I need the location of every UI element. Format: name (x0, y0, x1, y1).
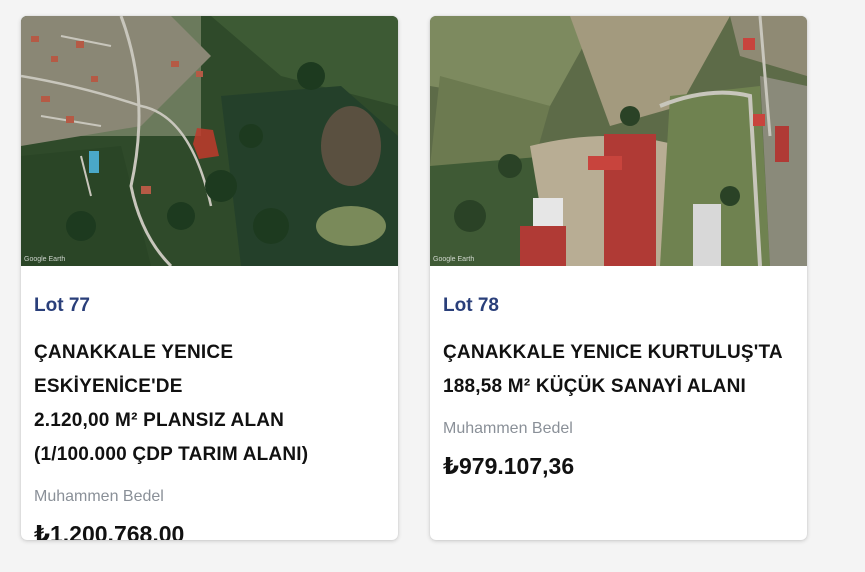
lot-number[interactable]: Lot 77 (34, 294, 385, 318)
listing-title-line: ÇANAKKALE YENICE KURTULUŞ'TA (443, 342, 783, 363)
listing-card-lot-77[interactable]: Google Earth Lot 77 ÇANAKKALE YENICE ESK… (21, 16, 398, 540)
image-credit: Google Earth (433, 256, 475, 263)
aerial-map-image (430, 16, 807, 266)
lot-number[interactable]: Lot 78 (443, 294, 794, 318)
listing-title-line: 2.120,00 M² PLANSIZ ALAN (34, 410, 285, 431)
aerial-map-image (21, 16, 398, 266)
listing-image[interactable]: Google Earth (430, 16, 807, 266)
price-value: ₺1.200.768,00 (34, 521, 185, 540)
listing-title-line: ÇANAKKALE YENICE ESKİYENİCE'DE (34, 342, 234, 397)
price-label: Muhammen Bedel (443, 420, 573, 437)
listing-title-line: (1/100.000 ÇDP TARIM ALANI) (34, 444, 309, 465)
listing-title[interactable]: ÇANAKKALE YENICE KURTULUŞ'TA 188,58 M² K… (443, 336, 794, 404)
listing-title[interactable]: ÇANAKKALE YENICE ESKİYENİCE'DE 2.120,00 … (34, 336, 385, 472)
price-label: Muhammen Bedel (34, 488, 164, 505)
price-value: ₺979.107,36 (443, 453, 575, 479)
listing-title-line: 188,58 M² KÜÇÜK SANAYİ ALANI (443, 376, 746, 397)
listing-image[interactable]: Google Earth (21, 16, 398, 266)
image-credit: Google Earth (24, 256, 66, 263)
listing-card-lot-78[interactable]: Google Earth Lot 78 ÇANAKKALE YENICE KUR… (430, 16, 807, 540)
